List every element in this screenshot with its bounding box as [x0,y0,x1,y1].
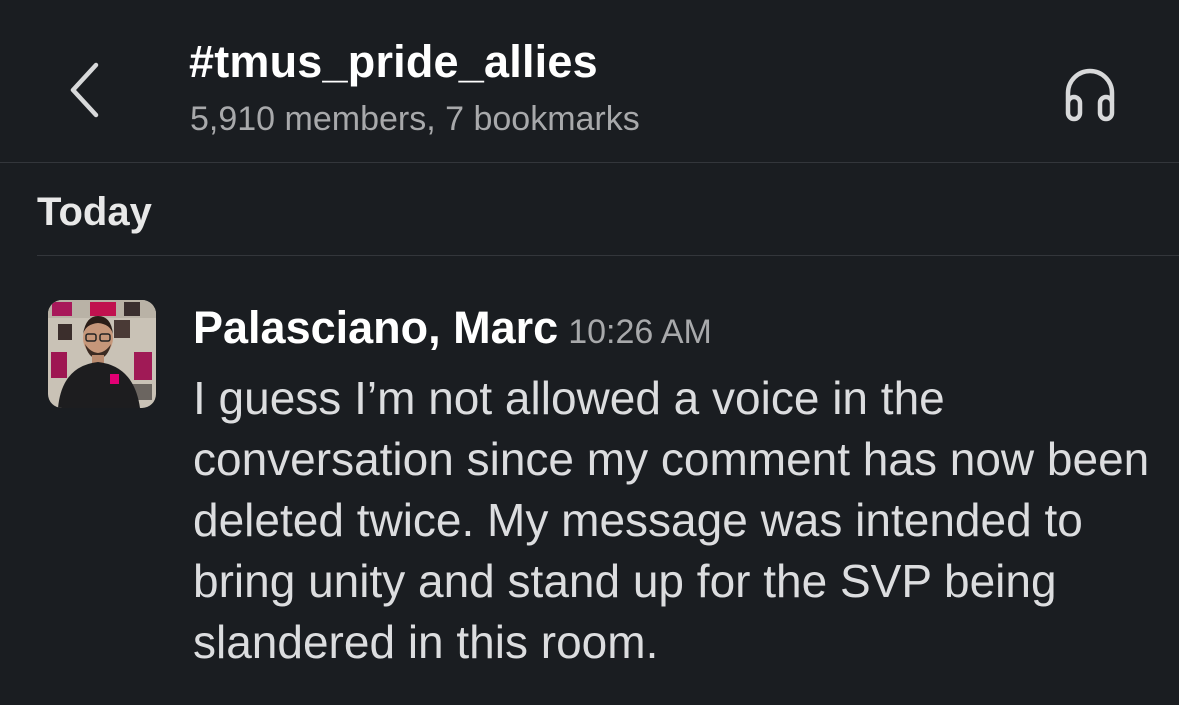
huddle-button[interactable] [1050,58,1130,128]
message-author[interactable]: Palasciano, Marc [193,302,558,353]
channel-title[interactable]: #tmus_pride_allies [189,36,598,88]
chevron-left-icon [70,62,99,118]
avatar[interactable] [48,300,156,408]
message-timestamp[interactable]: 10:26 AM [568,313,712,351]
message-header: Palasciano, Marc 10:26 AM [193,302,712,354]
message-text: I guess I’m not allowed a voice in the c… [193,372,1150,668]
channel-meta[interactable]: 5,910 members, 7 bookmarks [190,100,640,139]
channel-header: #tmus_pride_allies 5,910 members, 7 book… [0,0,1179,163]
day-divider-label: Today [37,190,152,234]
headphones-icon [1065,68,1115,122]
day-divider-line [37,255,1179,256]
back-button[interactable] [58,54,110,126]
